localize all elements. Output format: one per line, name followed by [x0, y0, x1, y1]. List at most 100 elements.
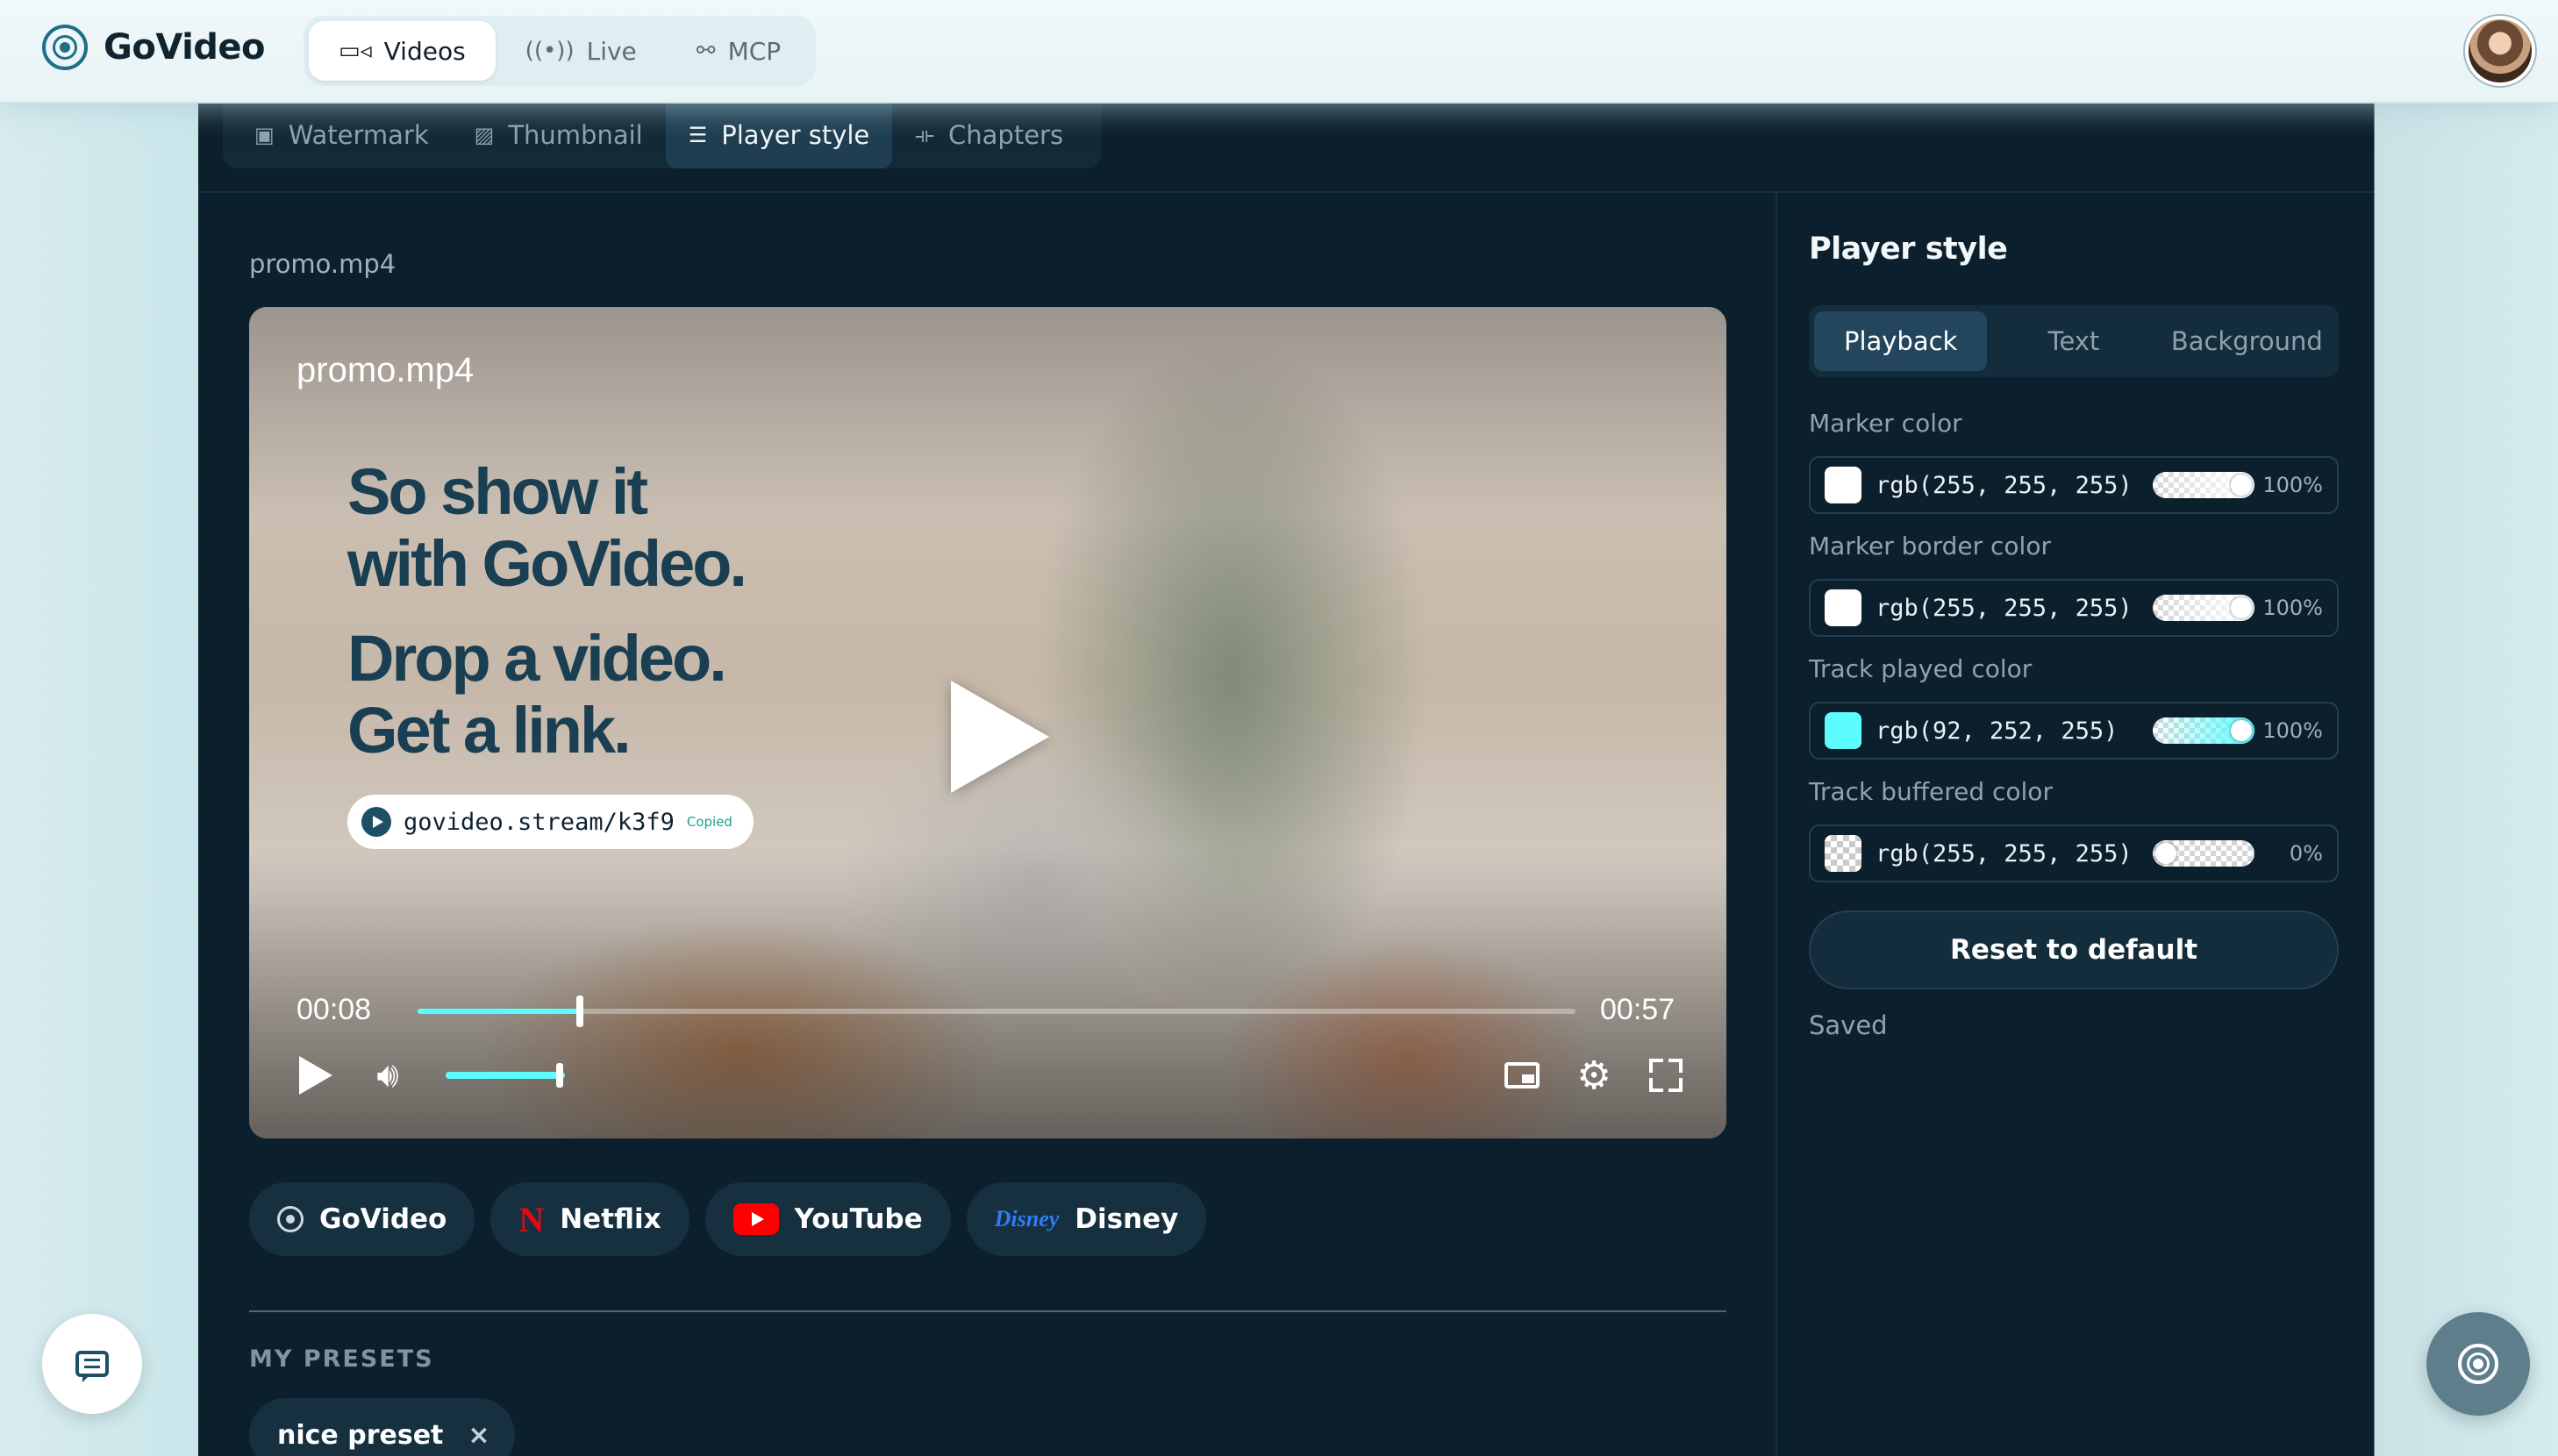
govideo-logo-icon [277, 1206, 304, 1232]
chat-icon [75, 1351, 109, 1382]
duration: 00:57 [1600, 993, 1676, 1026]
current-time: 00:08 [297, 993, 372, 1026]
theme-label: GoVideo [319, 1203, 447, 1235]
video-camera-icon: ▭◃ [339, 38, 372, 64]
player-style-segments: Playback Text Background [1809, 305, 2339, 377]
player-style-title: Player style [1809, 232, 2008, 267]
subtab-player-style[interactable]: ☰ Player style [665, 102, 893, 168]
copied-label: Copied [686, 814, 732, 830]
track-buffered-color-label: Track buffered color [1809, 777, 2053, 806]
color-value[interactable]: rgb(92, 252, 255) [1876, 717, 2147, 745]
track-played-color-field[interactable]: rgb(92, 252, 255) 100% [1809, 702, 2339, 760]
segment-background[interactable]: Background [2161, 311, 2333, 371]
subtab-watermark[interactable]: ▣ Watermark [232, 102, 452, 168]
theme-disney-button[interactable]: Disney Disney [966, 1182, 1207, 1256]
segment-playback[interactable]: Playback [1814, 311, 1988, 371]
subtab-thumbnail[interactable]: ▨ Thumbnail [452, 102, 666, 168]
play-circle-icon [361, 807, 391, 837]
opacity-value: 100% [2262, 718, 2323, 743]
video-title: promo.mp4 [297, 351, 475, 389]
fullscreen-button[interactable] [1644, 1054, 1688, 1096]
marker-border-color-label: Marker border color [1809, 532, 2051, 560]
video-filename: promo.mp4 [249, 249, 397, 279]
theme-netflix-button[interactable]: N Netflix [490, 1182, 690, 1256]
header-divider [198, 191, 2374, 193]
color-value[interactable]: rgb(255, 255, 255) [1876, 595, 2147, 622]
seek-bar-played [418, 1009, 580, 1014]
theme-label: Netflix [560, 1203, 661, 1235]
image-icon: ▨ [474, 123, 495, 147]
assistant-button[interactable] [2426, 1312, 2530, 1416]
share-link-pill: govideo.stream/k3f9 Copied [347, 795, 754, 849]
user-avatar[interactable] [2465, 16, 2535, 86]
marker-color-label: Marker color [1809, 409, 1962, 438]
opacity-value: 0% [2289, 841, 2323, 866]
seek-bar-marker[interactable] [576, 996, 583, 1027]
subtab-label: Player style [721, 120, 870, 150]
nav-tab-label: MCP [727, 36, 782, 66]
settings-gear-icon[interactable]: ⚙ [1572, 1053, 1616, 1098]
nav-tab-videos[interactable]: ▭◃ Videos [309, 21, 496, 81]
theme-govideo-button[interactable]: GoVideo [249, 1182, 475, 1256]
presets-divider [249, 1310, 1726, 1312]
picture-in-picture-icon [1504, 1062, 1540, 1088]
reset-to-default-button[interactable]: Reset to default [1809, 910, 2339, 989]
preset-chip[interactable]: nice preset × [249, 1398, 515, 1456]
subtab-label: Thumbnail [508, 120, 643, 150]
editor-panel: ▣ Watermark ▨ Thumbnail ☰ Player style ⟛… [198, 102, 2374, 1456]
opacity-value: 100% [2262, 473, 2323, 497]
presets-heading: MY PRESETS [249, 1345, 434, 1373]
disney-logo-icon: Disney [994, 1206, 1060, 1231]
video-headline-line: So show it [347, 455, 648, 528]
youtube-logo-icon [732, 1203, 779, 1235]
sidebar-divider [1776, 191, 1777, 1456]
nav-tab-live[interactable]: ((•)) Live [496, 21, 667, 81]
netflix-logo-icon: N [518, 1199, 545, 1239]
volume-slider-marker[interactable] [556, 1063, 563, 1088]
big-play-icon[interactable] [951, 681, 1049, 793]
opacity-slider[interactable] [2153, 472, 2254, 498]
sliders-icon: ☰ [688, 123, 708, 147]
color-swatch[interactable] [1825, 712, 1861, 749]
remove-preset-icon[interactable]: × [468, 1420, 489, 1451]
theme-label: YouTube [794, 1203, 923, 1235]
chat-button[interactable] [42, 1314, 142, 1414]
video-headline-line: with GoVideo. [347, 527, 747, 600]
subtab-chapters[interactable]: ⟛ Chapters [892, 102, 1086, 168]
color-value[interactable]: rgb(255, 255, 255) [1876, 472, 2147, 499]
nodes-icon: ⚯ [696, 38, 716, 64]
broadcast-icon: ((•)) [525, 38, 575, 64]
top-bar: GoVideo ▭◃ Videos ((•)) Live ⚯ MCP [0, 0, 2558, 103]
video-player[interactable]: promo.mp4 So show it with GoVideo. Drop … [249, 307, 1726, 1138]
marker-color-field[interactable]: rgb(255, 255, 255) 100% [1809, 456, 2339, 514]
play-button[interactable] [297, 1054, 335, 1096]
main-nav: ▭◃ Videos ((•)) Live ⚯ MCP [304, 16, 816, 86]
volume-slider[interactable] [446, 1072, 565, 1079]
opacity-value: 100% [2262, 596, 2323, 620]
chapters-icon: ⟛ [915, 123, 935, 147]
color-swatch[interactable] [1825, 467, 1861, 503]
track-buffered-color-field[interactable]: rgb(255, 255, 255) 0% [1809, 824, 2339, 882]
color-swatch[interactable] [1825, 835, 1861, 872]
theme-youtube-button[interactable]: YouTube [704, 1182, 951, 1256]
segment-text[interactable]: Text [1987, 311, 2160, 371]
volume-icon[interactable]: 🔊︎ [363, 1054, 412, 1096]
fullscreen-icon [1649, 1059, 1683, 1092]
nav-tab-label: Live [586, 36, 637, 66]
color-value[interactable]: rgb(255, 255, 255) [1876, 840, 2147, 867]
save-status: Saved [1809, 1010, 1888, 1040]
seek-bar[interactable] [418, 996, 1576, 1027]
opacity-slider[interactable] [2153, 840, 2254, 867]
color-swatch[interactable] [1825, 589, 1861, 626]
opacity-slider[interactable] [2153, 595, 2254, 621]
theme-buttons: GoVideo N Netflix YouTube Disney Disney [249, 1182, 1207, 1256]
opacity-slider[interactable] [2153, 717, 2254, 744]
picture-in-picture-button[interactable] [1500, 1054, 1544, 1096]
video-headline-line: Get a link. [347, 694, 632, 767]
app-logo[interactable]: GoVideo [42, 25, 266, 70]
subtab-label: Chapters [948, 120, 1064, 150]
preset-label: nice preset [277, 1419, 444, 1451]
video-headline-line: Drop a video. [347, 622, 727, 695]
marker-border-color-field[interactable]: rgb(255, 255, 255) 100% [1809, 579, 2339, 637]
nav-tab-mcp[interactable]: ⚯ MCP [667, 21, 811, 81]
